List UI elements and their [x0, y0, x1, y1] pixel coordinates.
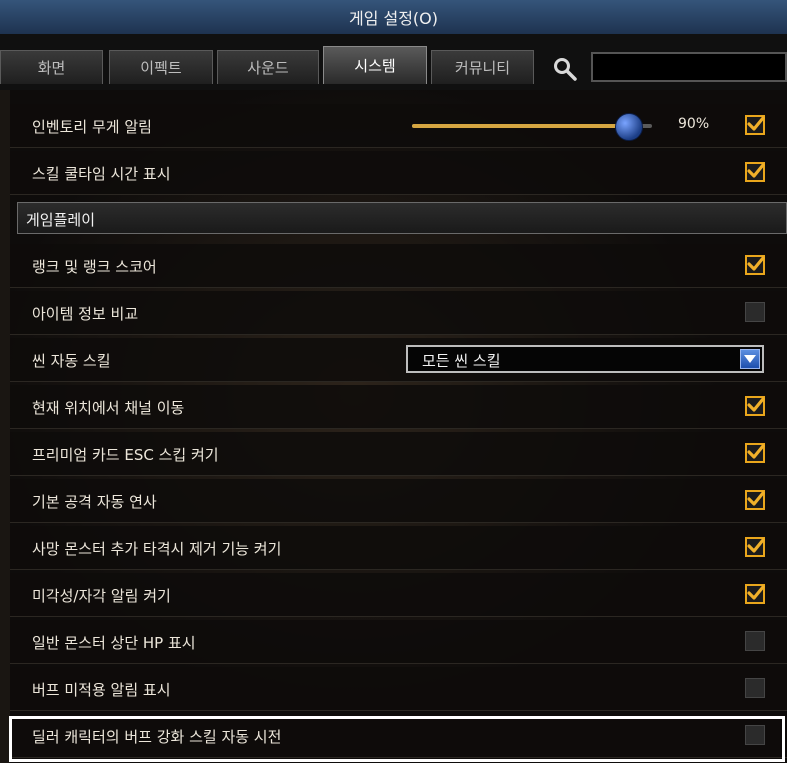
- setting-row-buff-alert: 버프 미적용 알림 표시: [10, 667, 787, 711]
- slider-value-text: 90%: [678, 116, 710, 132]
- setting-row-dead-monster: 사망 몬스터 추가 타격시 제거 기능 켜기: [10, 526, 787, 570]
- setting-label: 인벤토리 무게 알림: [32, 118, 152, 136]
- setting-label: 프리미엄 카드 ESC 스킵 켜기: [32, 446, 219, 464]
- setting-row-item-compare: 아이템 정보 비교: [10, 291, 787, 335]
- tab-effects[interactable]: 이펙트: [109, 50, 213, 84]
- tab-screen[interactable]: 화면: [0, 50, 103, 84]
- checkbox-channel-move[interactable]: [745, 396, 765, 416]
- setting-label: 기본 공격 자동 연사: [32, 493, 157, 511]
- setting-row-premium-card-esc: 프리미엄 카드 ESC 스킵 켜기: [10, 432, 787, 476]
- checkbox-sense-alert[interactable]: [745, 584, 765, 604]
- checkbox-skill-cooldown[interactable]: [745, 162, 765, 182]
- slider-fill: [412, 124, 628, 128]
- window-title: 게임 설정(O): [348, 9, 439, 28]
- setting-row-scene-auto-skill: 씬 자동 스킬 모든 씬 스킬: [10, 338, 787, 382]
- setting-row-sense-alert: 미각성/자각 알림 켜기: [10, 573, 787, 617]
- checkbox-monster-hp[interactable]: [745, 631, 765, 651]
- setting-label: 딜러 캐릭터의 버프 강화 스킬 자동 시전: [32, 728, 282, 746]
- tab-system[interactable]: 시스템: [323, 46, 427, 84]
- setting-label: 사망 몬스터 추가 타격시 제거 기능 켜기: [32, 540, 282, 558]
- scene-skill-dropdown[interactable]: 모든 씬 스킬: [406, 345, 764, 373]
- tab-label: 이펙트: [140, 59, 182, 77]
- chevron-down-icon[interactable]: [740, 349, 760, 369]
- section-title: 게임플레이: [26, 211, 96, 229]
- tab-label: 커뮤니티: [454, 59, 511, 77]
- setting-label: 일반 몬스터 상단 HP 표시: [32, 634, 196, 652]
- checkbox-rank-score[interactable]: [745, 255, 765, 275]
- checkbox-premium-card-esc[interactable]: [745, 443, 765, 463]
- tab-sound[interactable]: 사운드: [217, 50, 319, 84]
- checkbox-auto-attack[interactable]: [745, 490, 765, 510]
- tab-community[interactable]: 커뮤니티: [431, 50, 534, 84]
- search-input[interactable]: [591, 52, 787, 82]
- setting-label: 랭크 및 랭크 스코어: [32, 258, 157, 276]
- setting-label: 미각성/자각 알림 켜기: [32, 587, 171, 605]
- setting-row-inventory-weight: 인벤토리 무게 알림 90%: [10, 104, 787, 148]
- tab-label: 시스템: [354, 57, 396, 75]
- checkbox-buff-alert[interactable]: [745, 678, 765, 698]
- checkbox-dead-monster[interactable]: [745, 537, 765, 557]
- slider-thumb[interactable]: [615, 113, 643, 141]
- checkbox-dealer-buff[interactable]: [745, 725, 765, 745]
- settings-list: 인벤토리 무게 알림 90% 스킬 쿨타임 시간 표시 게임플레이 랭크 및 랭…: [0, 90, 787, 763]
- section-header-gameplay: 게임플레이: [17, 202, 787, 234]
- dropdown-value: 모든 씬 스킬: [422, 352, 501, 370]
- setting-row-channel-move: 현재 위치에서 채널 이동: [10, 385, 787, 429]
- setting-label: 아이템 정보 비교: [32, 305, 139, 323]
- tab-label: 사운드: [247, 59, 289, 77]
- setting-row-dealer-buff: 딜러 캐릭터의 버프 강화 스킬 자동 시전: [10, 714, 787, 758]
- setting-label: 씬 자동 스킬: [32, 352, 111, 370]
- window-title-bar: 게임 설정(O): [0, 0, 787, 35]
- scroll-edge: [0, 90, 10, 763]
- tab-bar: 화면 이펙트 사운드 시스템 커뮤니티: [0, 34, 787, 90]
- inventory-weight-slider[interactable]: [412, 113, 652, 141]
- setting-label: 버프 미적용 알림 표시: [32, 681, 171, 699]
- setting-row-monster-hp: 일반 몬스터 상단 HP 표시: [10, 620, 787, 664]
- tab-label: 화면: [37, 59, 66, 77]
- search-icon[interactable]: [552, 56, 578, 82]
- checkbox-inventory-weight[interactable]: [745, 115, 765, 135]
- setting-row-rank-score: 랭크 및 랭크 스코어: [10, 244, 787, 288]
- setting-row-skill-cooldown: 스킬 쿨타임 시간 표시: [10, 151, 787, 195]
- checkbox-item-compare[interactable]: [745, 302, 765, 322]
- setting-label: 스킬 쿨타임 시간 표시: [32, 165, 171, 183]
- setting-label: 현재 위치에서 채널 이동: [32, 399, 185, 417]
- setting-row-auto-attack: 기본 공격 자동 연사: [10, 479, 787, 523]
